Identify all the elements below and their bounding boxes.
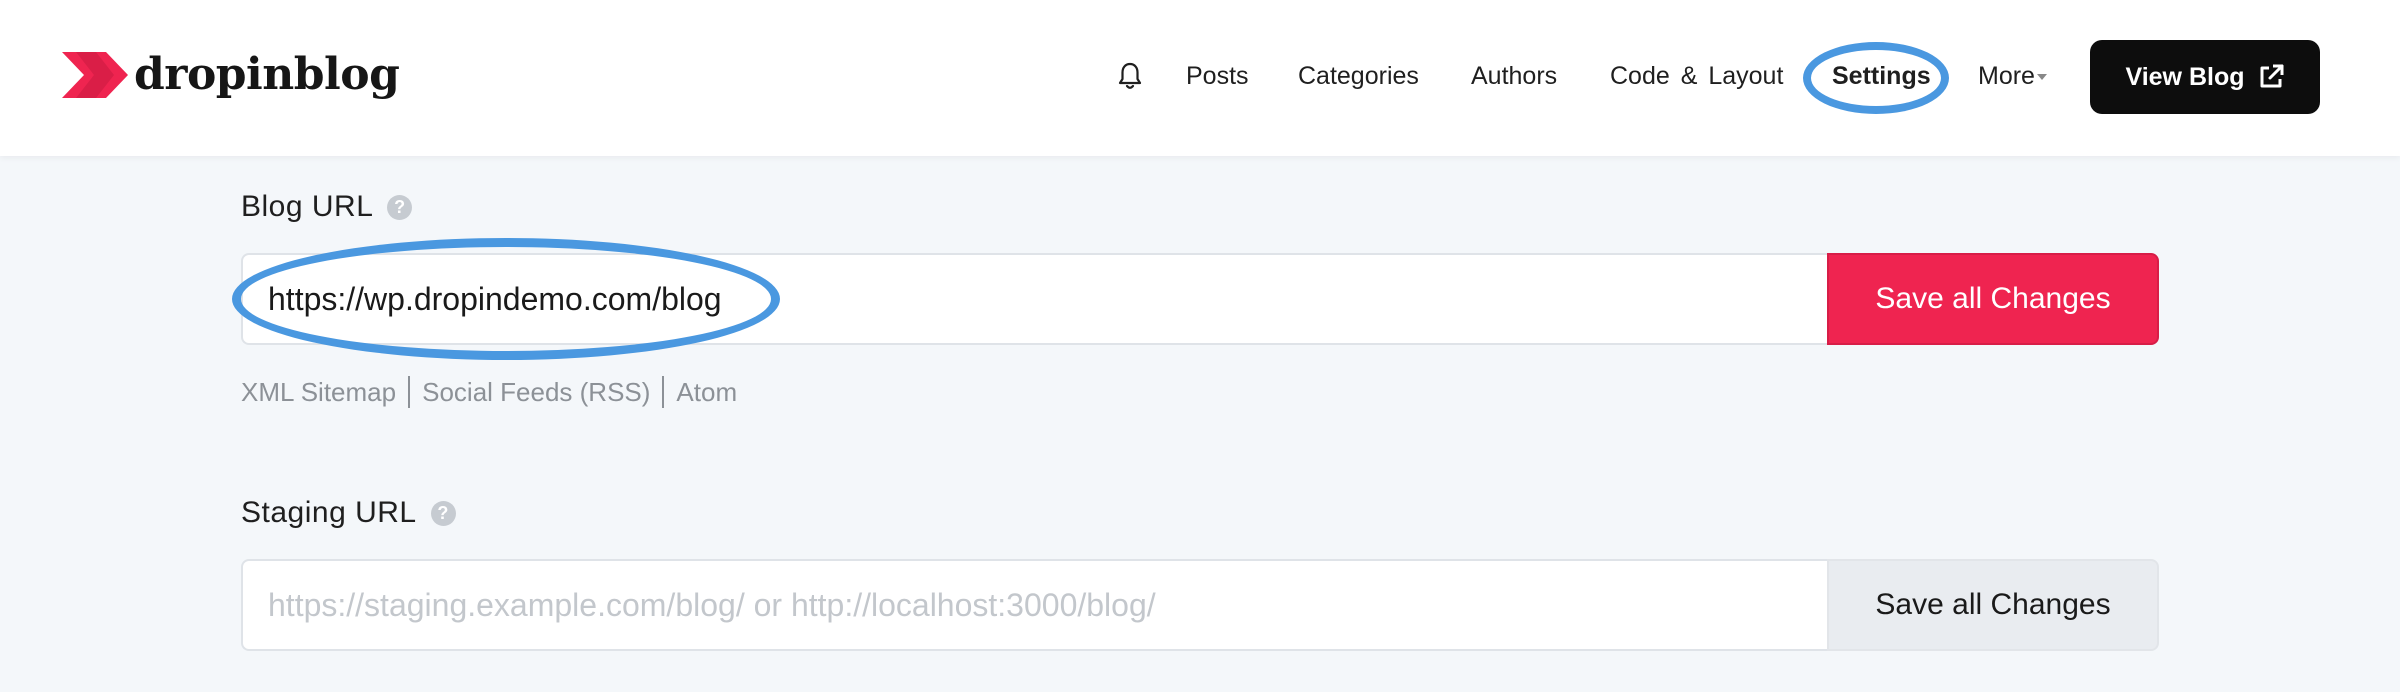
question-circle-icon[interactable]: ? bbox=[430, 500, 456, 526]
xml-sitemap-link[interactable]: XML Sitemap bbox=[241, 377, 396, 408]
nav-more-label: More bbox=[1978, 62, 2035, 90]
nav-categories[interactable]: Categories bbox=[1298, 60, 1419, 92]
atom-link[interactable]: Atom bbox=[676, 377, 737, 408]
link-divider bbox=[662, 376, 665, 408]
top-header: dropinblog Posts Categories Authors Code… bbox=[0, 0, 2400, 156]
nav-authors[interactable]: Authors bbox=[1471, 60, 1557, 92]
external-link-icon bbox=[2260, 64, 2283, 88]
blog-url-heading: Blog URL ? bbox=[241, 190, 413, 224]
staging-url-group: Save all Changes bbox=[241, 559, 2159, 651]
logo-text: dropinblog bbox=[134, 49, 400, 100]
link-divider bbox=[408, 376, 411, 408]
blog-url-label: Blog URL bbox=[241, 190, 374, 223]
nav-code-layout[interactable]: Code & Layout bbox=[1610, 60, 1783, 92]
settings-highlight-ring bbox=[1803, 42, 1949, 114]
blog-url-group: Save all Changes bbox=[241, 253, 2159, 345]
nav-posts[interactable]: Posts bbox=[1186, 60, 1249, 92]
bell-icon[interactable] bbox=[1118, 62, 1142, 95]
dropinblog-logo[interactable]: dropinblog bbox=[62, 49, 400, 100]
staging-save-all-changes-button[interactable]: Save all Changes bbox=[1827, 559, 2159, 651]
save-all-changes-button[interactable]: Save all Changes bbox=[1827, 253, 2159, 345]
staging-url-input[interactable] bbox=[241, 559, 1827, 651]
blog-url-input[interactable] bbox=[241, 253, 1827, 345]
view-blog-label: View Blog bbox=[2125, 62, 2245, 91]
view-blog-button[interactable]: View Blog bbox=[2090, 40, 2320, 114]
chevron-down-icon bbox=[2036, 74, 2047, 81]
nav-more[interactable]: More bbox=[1978, 60, 2047, 92]
question-circle-icon[interactable]: ? bbox=[387, 194, 413, 220]
logo-arrow-icon bbox=[62, 52, 128, 98]
social-feeds-link[interactable]: Social Feeds (RSS) bbox=[422, 377, 650, 408]
feed-links: XML Sitemap Social Feeds (RSS) Atom bbox=[241, 376, 737, 408]
staging-url-label: Staging URL bbox=[241, 496, 417, 529]
staging-url-heading: Staging URL ? bbox=[241, 496, 456, 530]
